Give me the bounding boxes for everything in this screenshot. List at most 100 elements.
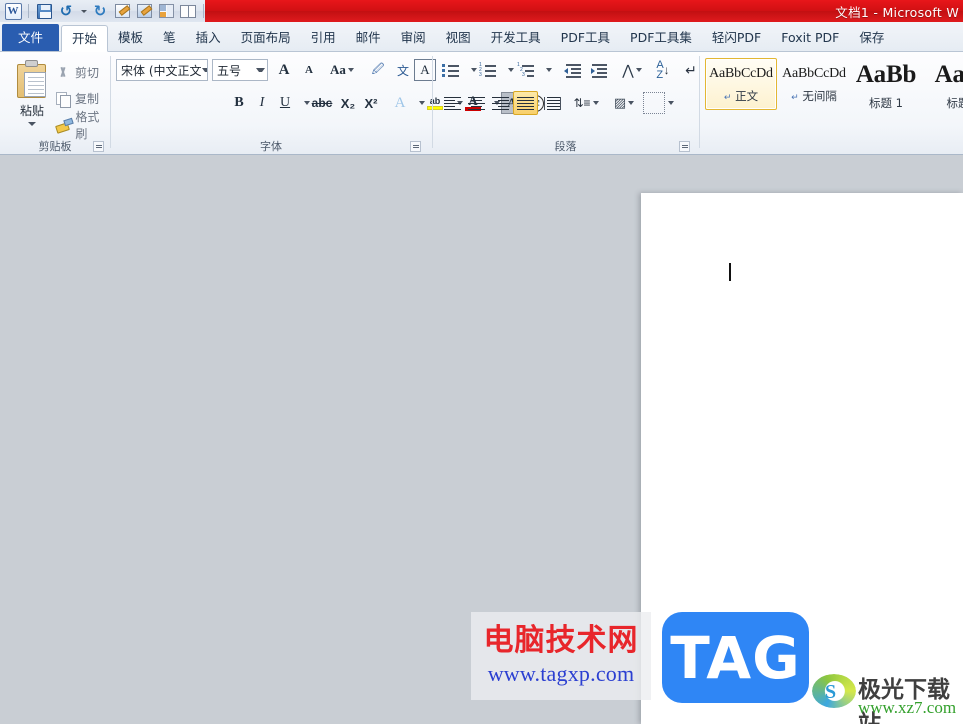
font-name-combo[interactable]: 宋体 (中文正文 (116, 59, 208, 81)
style-no-spacing[interactable]: AaBbCcDd ↵ 无间隔 (778, 58, 850, 110)
text-effects-button[interactable]: A (389, 92, 411, 114)
paste-label: 粘贴 (19, 104, 44, 118)
decrease-indent-icon (564, 63, 582, 78)
undo-dropdown-icon[interactable] (78, 2, 88, 21)
justify-icon (517, 96, 534, 111)
tab-template[interactable]: 模板 (108, 25, 153, 51)
clear-formatting-button[interactable]: 🖉 (366, 59, 390, 81)
tab-save[interactable]: 保存 (849, 25, 894, 51)
font-size-combo[interactable]: 五号 (212, 59, 268, 81)
style-no-spacing-sample: AaBbCcDd (782, 66, 846, 81)
decrease-indent-button[interactable] (561, 59, 585, 81)
word-window: W ↺ ↻ 文档1 - Microsoft W 文件 开始 模板 笔 插入 页面… (0, 0, 963, 724)
tab-pdf-toolkit[interactable]: PDF工具集 (620, 25, 702, 51)
paintbrush-icon (56, 118, 70, 132)
tab-mailings[interactable]: 邮件 (346, 25, 391, 51)
superscript-icon: X² (364, 95, 378, 111)
tab-developer[interactable]: 开发工具 (481, 25, 551, 51)
copy-button[interactable]: 复制 (56, 88, 99, 109)
align-center-button[interactable] (464, 92, 488, 114)
font-dialog-launcher[interactable] (410, 141, 421, 152)
redo-icon[interactable]: ↻ (90, 2, 110, 21)
tab-pdf-tools[interactable]: PDF工具 (551, 25, 620, 51)
cut-button[interactable]: 剪切 (56, 62, 99, 83)
watermark-site: 电脑技术网 www.tagxp.com (471, 612, 651, 700)
tab-page-layout[interactable]: 页面布局 (231, 25, 301, 51)
style-normal[interactable]: AaBbCcDd ↵ 正文 (705, 58, 777, 110)
bullets-icon (442, 63, 460, 77)
underline-button[interactable]: U (274, 92, 296, 114)
increase-indent-button[interactable] (587, 59, 611, 81)
grow-font-button[interactable]: A (272, 59, 296, 81)
tab-insert[interactable]: 插入 (186, 25, 231, 51)
word-logo-icon[interactable]: W (3, 2, 23, 21)
asian-layout-button[interactable]: ⋀ (619, 59, 645, 81)
quick-access-toolbar: W ↺ ↻ (0, 0, 221, 22)
change-case-button[interactable]: Aa (325, 59, 359, 81)
style-heading-1-label: 标题 1 (869, 96, 903, 110)
tab-lightpdf[interactable]: 轻闪PDF (702, 25, 771, 51)
align-left-button[interactable] (440, 92, 464, 114)
strikethrough-button[interactable]: abc (309, 92, 335, 114)
cut-label: 剪切 (75, 66, 100, 80)
tab-review[interactable]: 审阅 (391, 25, 436, 51)
title-bar-red-area: 文档1 - Microsoft W (205, 0, 963, 22)
tab-references[interactable]: 引用 (301, 25, 346, 51)
superscript-button[interactable]: X² (359, 92, 383, 114)
print-preview-icon[interactable] (134, 2, 154, 21)
justify-button[interactable] (513, 91, 538, 115)
format-painter-button[interactable]: 格式刷 (56, 110, 110, 141)
font-group-label: 字体 (260, 140, 282, 153)
paragraph-dialog-launcher[interactable] (679, 141, 690, 152)
italic-button[interactable]: I (251, 92, 273, 114)
save-icon[interactable] (34, 2, 54, 21)
tab-view[interactable]: 视图 (436, 25, 481, 51)
style-heading-1[interactable]: AaBb 标题 1 (850, 58, 922, 110)
borders-dropdown[interactable] (659, 92, 681, 114)
increase-indent-icon (590, 63, 608, 78)
align-right-button[interactable] (488, 92, 512, 114)
subscript-icon: X₂ (340, 95, 356, 111)
subscript-button[interactable]: X₂ (336, 92, 360, 114)
style-heading-1-sample: AaBb (855, 61, 917, 88)
quick-print-icon[interactable] (112, 2, 132, 21)
shading-button[interactable]: ▨ (611, 92, 637, 114)
paste-button[interactable]: 粘贴 (6, 58, 58, 142)
asian-layout-icon: ⋀ (622, 61, 634, 78)
tab-home[interactable]: 开始 (61, 25, 109, 52)
paint-bucket-icon: ▨ (613, 95, 627, 110)
grow-font-icon: A (278, 61, 290, 78)
format-painter-label: 格式刷 (75, 109, 100, 141)
underline-icon: U (279, 95, 291, 110)
change-case-icon: Aa (330, 62, 346, 77)
watermark-tag-label: TAG (670, 623, 801, 692)
undo-icon[interactable]: ↺ (56, 2, 76, 21)
style-heading-2[interactable]: AaB 标题 (922, 58, 963, 110)
tab-foxit-pdf[interactable]: Foxit PDF (771, 25, 849, 51)
numbering-icon: 1 2 3 (479, 63, 497, 78)
italic-icon: I (259, 95, 265, 110)
line-spacing-button[interactable]: ⇅≡ (573, 92, 599, 114)
multilevel-list-button[interactable]: 1 2 3 (514, 59, 538, 81)
tab-file[interactable]: 文件 (2, 24, 60, 51)
paste-dropdown-icon[interactable] (28, 122, 36, 126)
multilevel-list-icon: 1 2 3 (517, 63, 535, 78)
bold-button[interactable]: B (228, 92, 250, 114)
layout-icon[interactable] (156, 2, 176, 21)
watermark-site-url: www.tagxp.com (487, 660, 635, 686)
shrink-font-button[interactable]: A (297, 59, 321, 81)
scissors-icon (56, 66, 70, 80)
sort-button[interactable]: AZ ↓ (651, 59, 675, 81)
numbering-button[interactable]: 1 2 3 (477, 59, 499, 81)
phonetic-guide-button[interactable]: 文 (391, 59, 415, 81)
paste-icon (15, 60, 49, 100)
clipboard-dialog-launcher[interactable] (93, 141, 104, 152)
bullets-button[interactable] (440, 59, 462, 81)
multilevel-list-dropdown[interactable] (537, 59, 559, 81)
read-mode-icon[interactable] (178, 2, 198, 21)
tab-pen[interactable]: 笔 (153, 25, 186, 51)
distribute-button[interactable] (540, 92, 565, 114)
distribute-icon (544, 96, 561, 111)
window-title: 文档1 - Microsoft W (835, 4, 959, 20)
strikethrough-icon: abc (311, 96, 333, 110)
